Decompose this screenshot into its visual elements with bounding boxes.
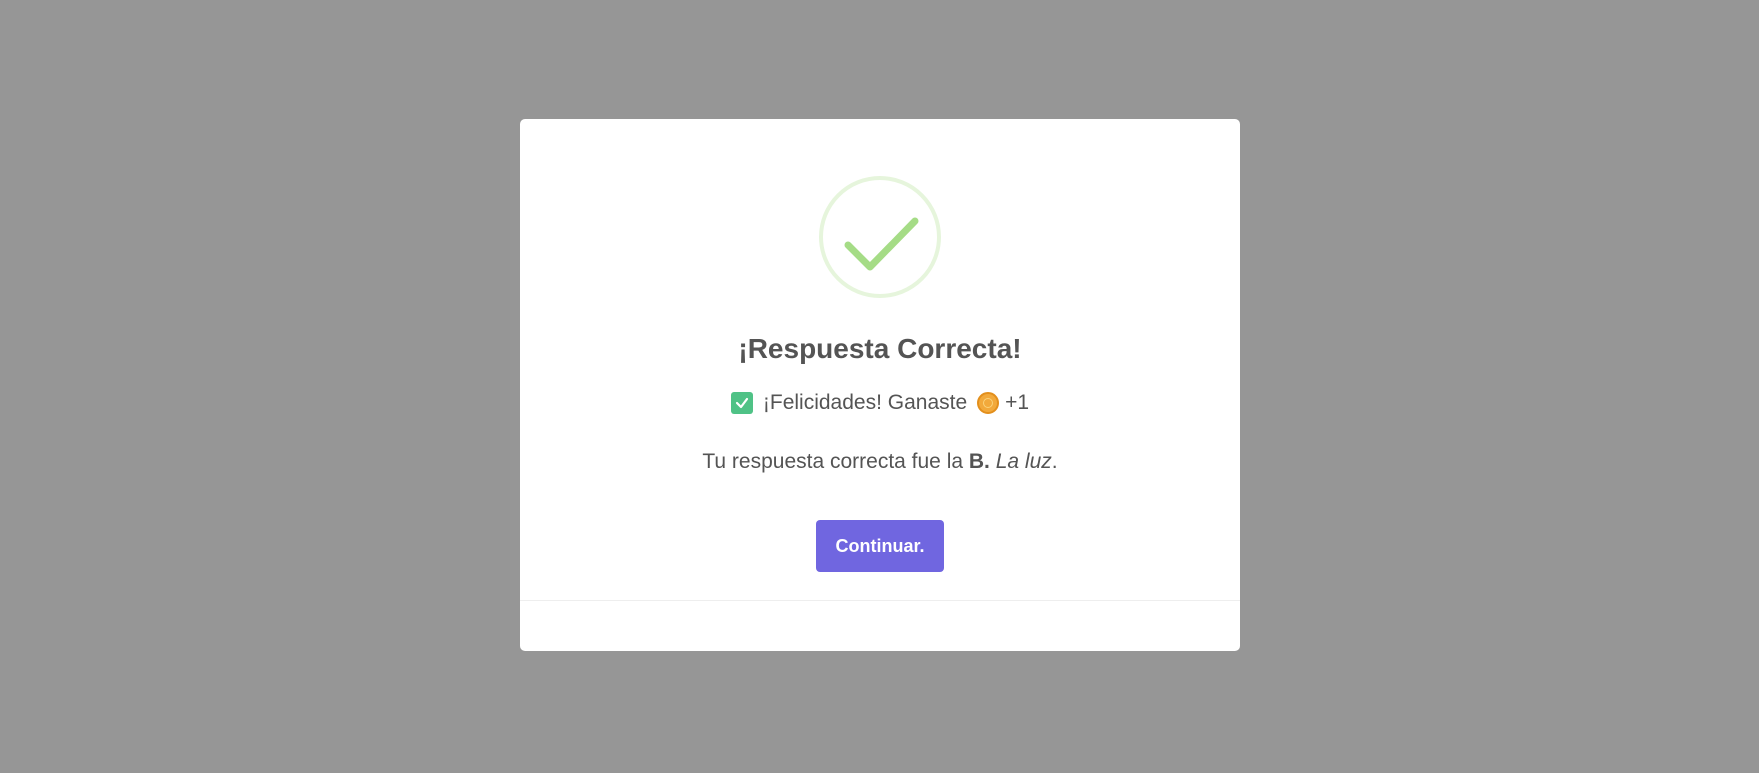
dialog-title: ¡Respuesta Correcta! (738, 333, 1022, 364)
answer-line: Tu respuesta correcta fue la B. La luz. (520, 450, 1240, 474)
answer-text: La luz (995, 450, 1052, 473)
footer-divider (520, 600, 1240, 601)
success-dialog: ¡Respuesta Correcta! ¡Felicidades! Ganas… (520, 119, 1240, 651)
answer-prefix: Tu respuesta correcta fue la (702, 450, 969, 473)
continue-button[interactable]: Continuar. (816, 520, 944, 572)
coin-icon (977, 392, 1000, 414)
answer-letter: B. (968, 450, 996, 473)
check-box-icon (730, 392, 753, 414)
reward-amount: +1 (1005, 391, 1030, 414)
reward-text: ¡Felicidades! Ganaste (762, 391, 968, 414)
answer-suffix: . (1051, 450, 1058, 473)
reward-line: ¡Felicidades! Ganaste +1 (520, 391, 1240, 415)
success-check-icon (818, 175, 942, 299)
